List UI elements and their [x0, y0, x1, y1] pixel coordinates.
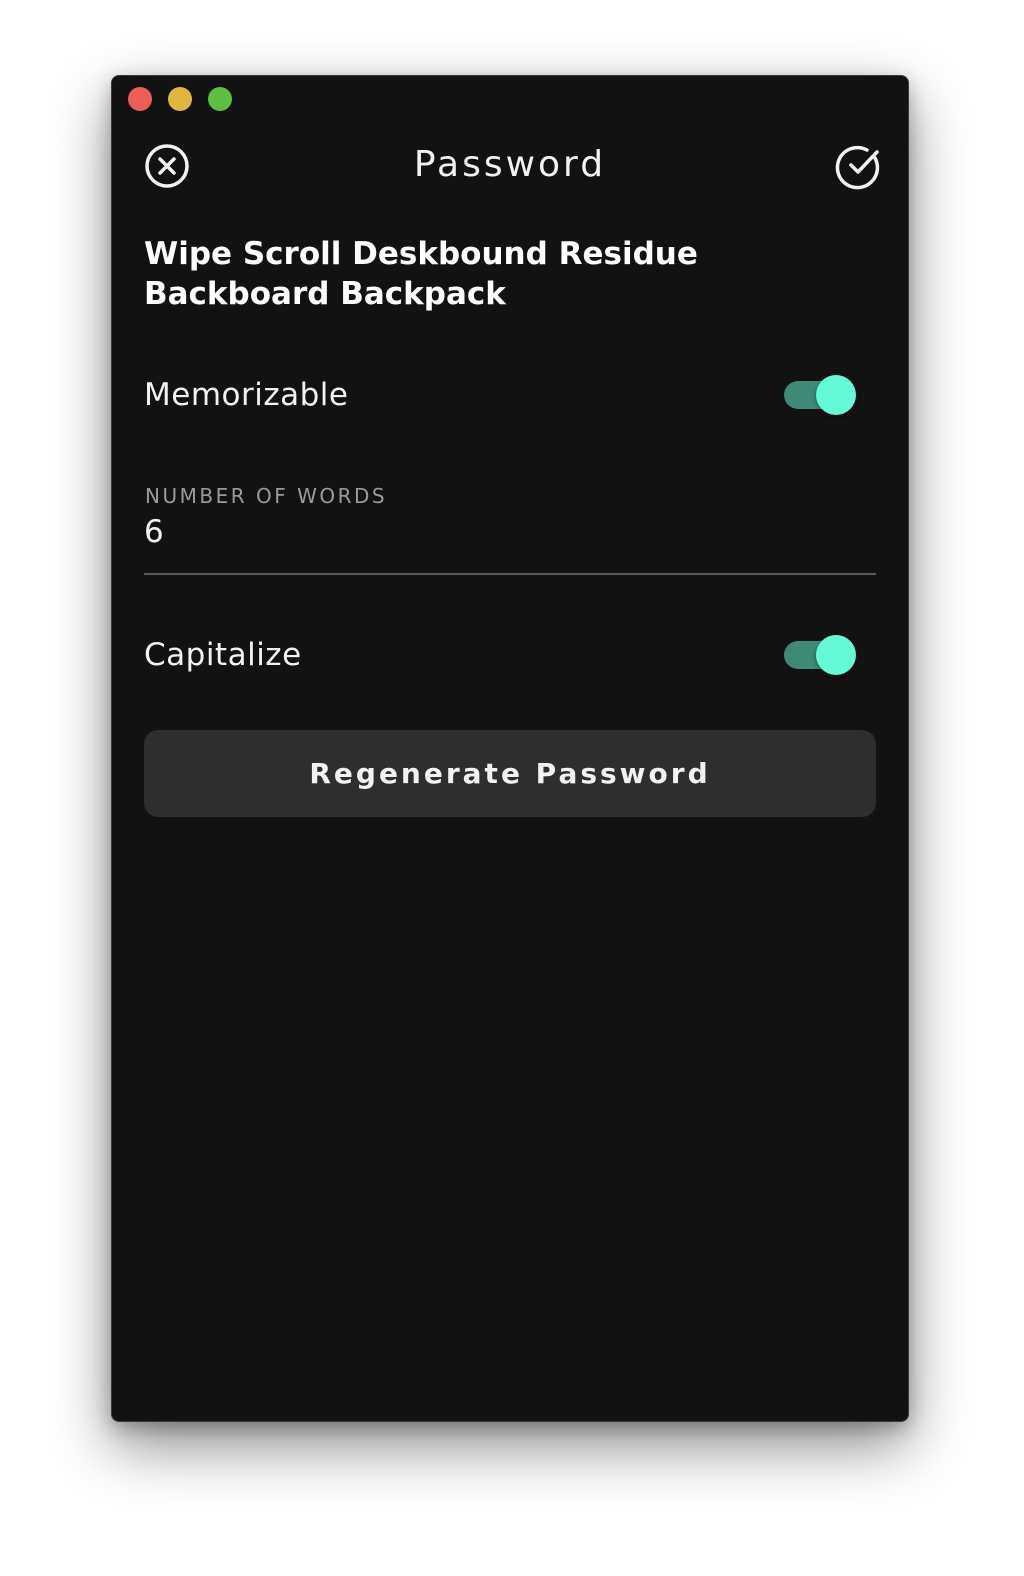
toggle-knob — [816, 635, 856, 675]
window-close-button[interactable] — [128, 87, 152, 111]
number-of-words-input[interactable] — [144, 510, 844, 554]
number-of-words-field: NUMBER OF WORDS — [144, 480, 876, 576]
window-controls — [128, 87, 232, 111]
window-minimize-button[interactable] — [168, 87, 192, 111]
regenerate-password-button[interactable]: Regenerate Password — [144, 730, 876, 817]
memorizable-toggle[interactable] — [784, 375, 856, 415]
field-underline — [144, 573, 876, 575]
number-of-words-label: NUMBER OF WORDS — [145, 484, 388, 508]
check-circle-icon — [835, 145, 880, 190]
header-bar: Password — [112, 136, 908, 196]
generated-password: Wipe Scroll Deskbound Residue Backboard … — [144, 236, 698, 312]
memorizable-label: Memorizable — [144, 377, 349, 413]
toggle-knob — [816, 375, 856, 415]
memorizable-row: Memorizable — [144, 365, 876, 425]
capitalize-label: Capitalize — [144, 637, 302, 673]
page-title: Password — [413, 144, 607, 185]
app-window: Password Wipe Scroll Deskbound Residue B… — [111, 75, 909, 1422]
capitalize-row: Capitalize — [144, 625, 876, 685]
capitalize-toggle[interactable] — [784, 635, 856, 675]
window-zoom-button[interactable] — [208, 87, 232, 111]
confirm-button[interactable] — [835, 142, 883, 190]
